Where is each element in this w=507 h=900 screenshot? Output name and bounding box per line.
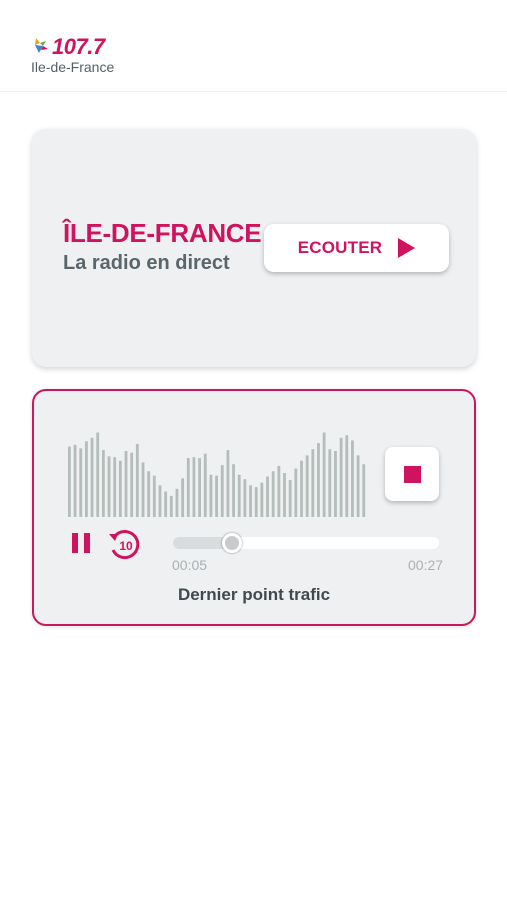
waveform-bar <box>90 437 94 517</box>
listen-button-label: ECOUTER <box>297 238 383 257</box>
progress-bar[interactable] <box>173 533 439 553</box>
waveform-bar <box>118 460 122 517</box>
waveform-bar <box>339 437 343 517</box>
waveform-bar <box>277 465 281 517</box>
waveform-bar <box>305 455 309 517</box>
stop-button[interactable] <box>385 447 439 501</box>
waveform-bar <box>96 432 100 517</box>
podcast-player-card: 10 00:05 00:27 Dernier point trafic <box>32 389 476 626</box>
waveform-bar <box>141 462 145 517</box>
waveform-bar <box>300 460 303 517</box>
waveform-bar <box>288 480 292 517</box>
waveform-bar <box>311 449 315 517</box>
waveform-bar <box>113 457 117 517</box>
waveform-bar <box>73 444 77 517</box>
live-radio-card: ÎLE-DE-FRANCE La radio en direct ECOUTER <box>32 129 476 367</box>
waveform-bar <box>209 474 213 517</box>
replay-10-icon: 10 <box>109 530 140 560</box>
waveform-bar <box>220 465 224 517</box>
replay-seconds: 10 <box>119 539 133 553</box>
station-title: ÎLE-DE-FRANCE <box>63 218 262 248</box>
waveform-bar <box>107 456 111 517</box>
audio-waveform <box>68 432 366 517</box>
waveform-bar <box>158 485 162 517</box>
waveform-bar <box>215 475 218 517</box>
waveform-bar <box>175 488 179 517</box>
waveform-bar <box>147 471 151 517</box>
waveform-bar <box>328 449 332 517</box>
pause-icon <box>72 533 78 553</box>
waveform-bar <box>68 446 71 517</box>
progress-thumb[interactable] <box>221 533 242 553</box>
waveform-bar <box>345 435 349 517</box>
total-time: 00:27 <box>408 557 444 573</box>
pause-button[interactable] <box>72 532 94 554</box>
waveform-bar <box>362 464 366 517</box>
play-icon <box>398 238 416 258</box>
waveform-bar <box>101 450 105 517</box>
waveform-bar <box>181 478 185 517</box>
waveform-bar <box>294 468 298 517</box>
waveform-bar <box>237 474 241 517</box>
current-time: 00:05 <box>172 557 208 573</box>
waveform-bar <box>317 443 320 517</box>
waveform-bar <box>322 432 326 517</box>
waveform-bar <box>243 479 247 517</box>
clip-title: Dernier point trafic <box>177 585 331 604</box>
listen-button[interactable]: ECOUTER <box>264 224 449 272</box>
waveform-bar <box>135 443 139 517</box>
star-icon <box>35 38 48 53</box>
waveform-bar <box>356 455 360 517</box>
waveform-bar <box>334 451 337 517</box>
pause-icon <box>84 533 90 553</box>
waveform-bar <box>164 491 168 517</box>
waveform-bar <box>254 487 258 517</box>
waveform-bar <box>79 448 83 517</box>
waveform-bar <box>271 471 275 517</box>
logo-frequency: 107.7 <box>52 34 105 59</box>
waveform-bar <box>249 485 252 517</box>
waveform-bar <box>232 464 235 517</box>
waveform-bar <box>186 458 190 517</box>
waveform-bar <box>152 475 156 517</box>
logo[interactable]: 107.7 Ile-de-France <box>30 36 140 78</box>
waveform-bar <box>130 452 134 517</box>
waveform-bar <box>169 495 173 517</box>
waveform-bar <box>84 441 88 517</box>
station-subtitle: La radio en direct <box>63 252 230 274</box>
waveform-bar <box>124 451 128 517</box>
logo-region: Ile-de-France <box>31 59 115 75</box>
waveform-bar <box>351 440 354 517</box>
waveform-bar <box>192 457 196 517</box>
waveform-bar <box>266 476 269 517</box>
stop-icon <box>403 465 421 483</box>
waveform-bar <box>283 473 286 517</box>
waveform-bar <box>198 458 202 517</box>
app-header: 107.7 Ile-de-France <box>0 0 507 92</box>
waveform-bar <box>203 453 207 517</box>
waveform-bar <box>226 450 230 517</box>
waveform-bar <box>260 482 264 517</box>
replay-10-button[interactable]: 10 <box>106 526 144 562</box>
